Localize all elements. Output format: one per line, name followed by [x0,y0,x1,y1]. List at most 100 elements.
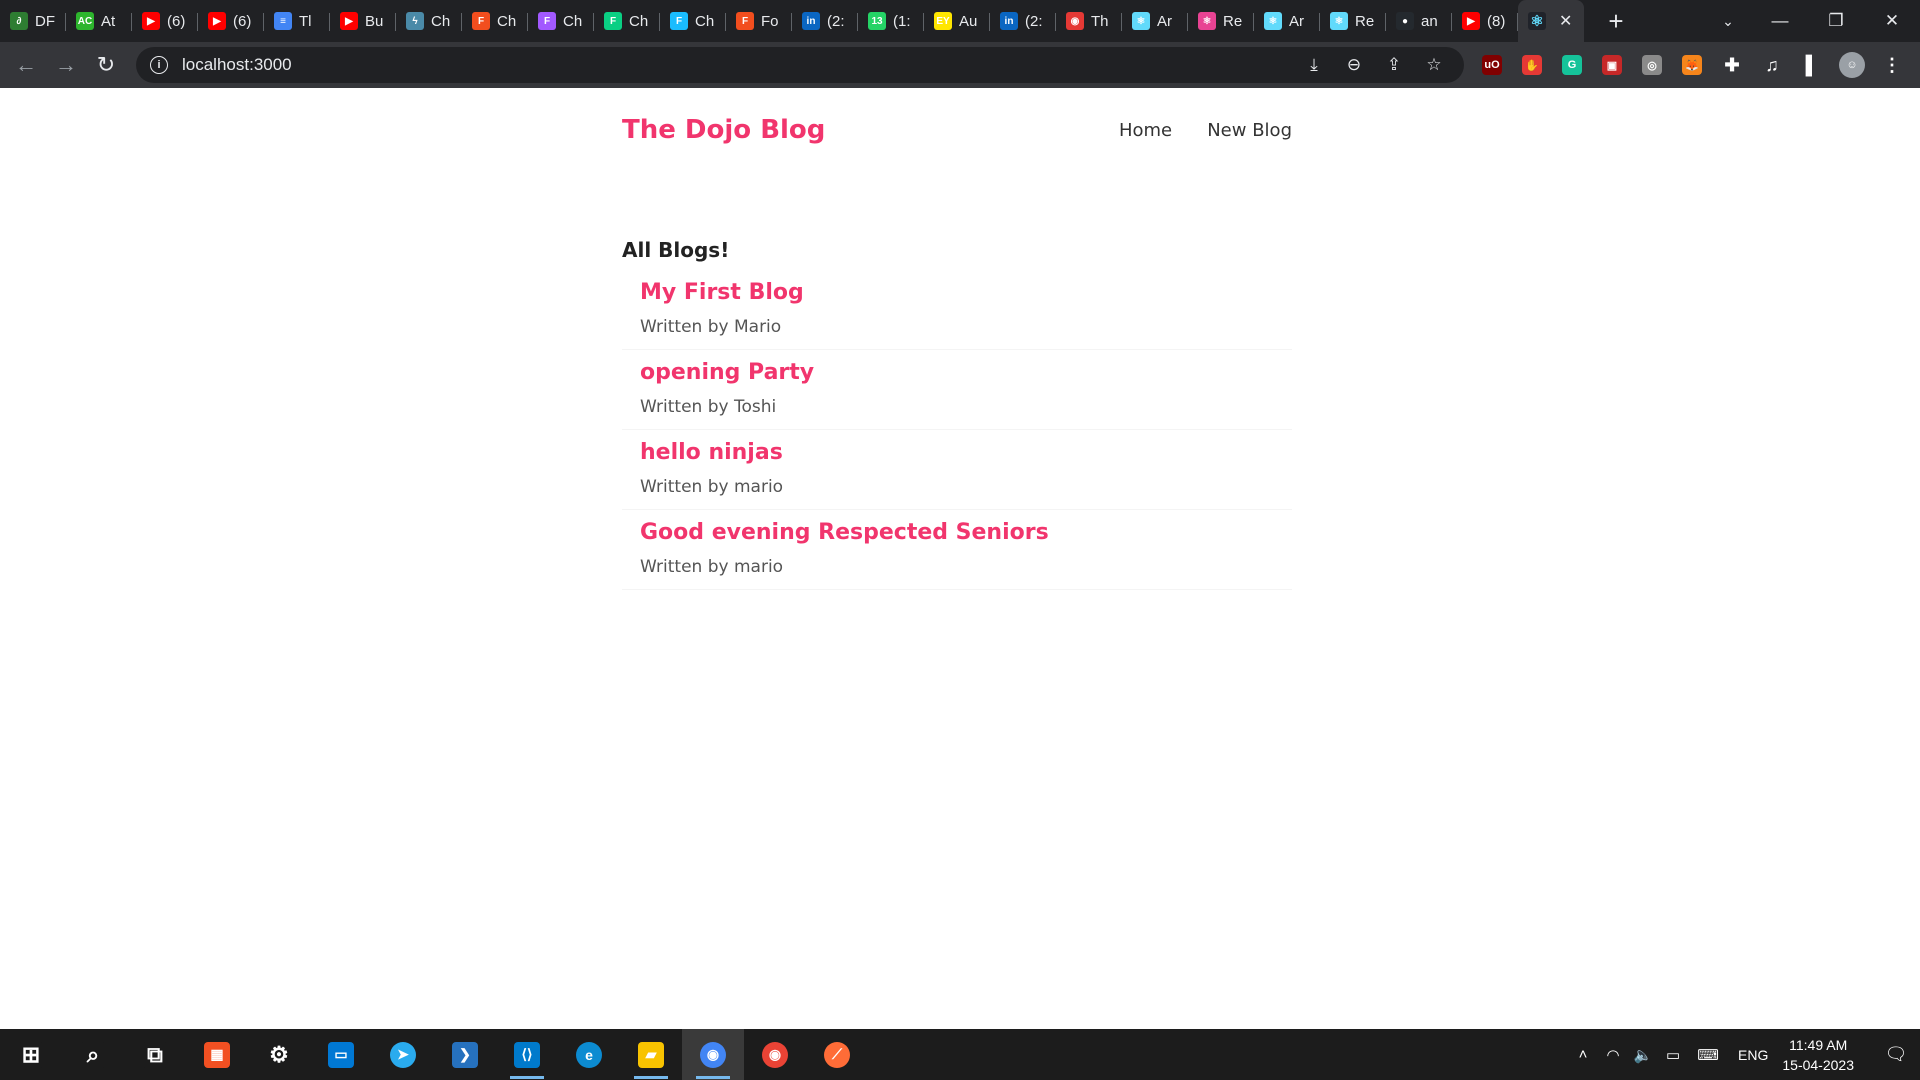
browser-tab[interactable]: EY Au [924,0,990,42]
clock[interactable]: 11:49 AM 15-04-2023 [1782,1035,1854,1075]
install-app-icon[interactable]: ⤓ [1294,47,1334,83]
browser-tab[interactable]: ∂ DF [0,0,66,42]
browser-tab[interactable]: ▶ Bu [330,0,396,42]
site-info-icon[interactable]: i [150,56,168,74]
extension-button[interactable]: ▣ [1592,42,1632,88]
taskbar-button[interactable]: ◉ [744,1029,806,1080]
taskbar-button[interactable]: ⟋ [806,1029,868,1080]
taskbar-button[interactable]: ▰ [620,1029,682,1080]
forward-arrow-icon[interactable]: → [46,45,86,85]
address-url[interactable]: localhost:3000 [182,55,292,75]
browser-tab[interactable]: F Ch [528,0,594,42]
browser-tab[interactable]: ▶ (8) [1452,0,1518,42]
blog-title[interactable]: hello ninjas [640,440,1274,465]
close-tab-icon[interactable]: ✕ [1559,11,1572,31]
extension-button[interactable]: ◎ [1632,42,1672,88]
restore-icon[interactable]: ❐ [1808,0,1864,42]
browser-tab[interactable]: ⚛ Re [1188,0,1254,42]
extension-button[interactable]: ☺ [1832,42,1872,88]
browser-tab[interactable]: ⚛ Ar [1122,0,1188,42]
browser-tab[interactable]: in (2: [990,0,1056,42]
browser-tab[interactable]: 13 (1: [858,0,924,42]
nav-links: Home New Blog [1089,120,1292,141]
browser-tab[interactable]: AC At [66,0,132,42]
blog-preview[interactable]: Good evening Respected Seniors Written b… [622,510,1292,590]
taskbar-button[interactable]: ▭ [310,1029,372,1080]
close-window-icon[interactable]: ✕ [1864,0,1920,42]
atcoder-icon: AC [76,12,94,30]
tab-strip: ∂ DF AC At ▶ (6) ▶ (6) ≡ Tl ▶ Bu ϟ Ch F Ch F Ch F Ch F Ch F Fo i… [0,0,1584,42]
browser-tab[interactable]: ≡ Tl [264,0,330,42]
chrome-icon: ◉ [700,1041,726,1068]
tab-title: DF [35,12,55,30]
volume-icon[interactable]: 🔈 [1628,1046,1658,1064]
notification-icon[interactable]: 🗨 [1872,1029,1920,1080]
blog-preview[interactable]: hello ninjas Written by mario [622,430,1292,510]
omnibox-actions: ⤓ ⊖ ⇪ ☆ [1294,47,1454,83]
browser-tab[interactable]: F Ch [660,0,726,42]
blog-title[interactable]: Good evening Respected Seniors [640,520,1274,545]
system-tray: ˄ ◠ 🔈 ▭ ⌨ ENG 11:49 AM 15-04-2023 🗨 [1568,1029,1920,1080]
bookmark-star-icon[interactable]: ☆ [1414,47,1454,83]
extension-button[interactable]: ⋮ [1872,42,1912,88]
blog-title[interactable]: opening Party [640,360,1274,385]
extension-button[interactable]: ✋ [1512,42,1552,88]
zoom-icon[interactable]: ⊖ [1334,47,1374,83]
reload-icon[interactable]: ↻ [86,45,126,85]
browser-tab[interactable]: F Ch [462,0,528,42]
taskbar-button[interactable]: ⧉ [124,1029,186,1080]
taskbar-button[interactable]: ⟨⟩ [496,1029,558,1080]
browser-tab[interactable]: ⚛ Re [1320,0,1386,42]
browser-tab[interactable]: ◉ Th [1056,0,1122,42]
tab-title: Th [1091,12,1109,30]
nav-link-new-blog[interactable]: New Blog [1207,120,1292,141]
browser-tab[interactable]: in (2: [792,0,858,42]
minimize-icon[interactable]: — [1752,0,1808,42]
back-arrow-icon[interactable]: ← [6,45,46,85]
browser-tab[interactable]: ϟ Ch [396,0,462,42]
location-pin-icon: ◉ [1066,12,1084,30]
edge-icon: e [576,1041,602,1068]
keyboard-icon[interactable]: ⌨ [1688,1046,1728,1064]
extension-button[interactable]: ▌ [1792,42,1832,88]
tab-search-button[interactable]: ⌄ [1708,0,1748,42]
blog-author: Written by Mario [640,317,782,337]
blog-preview[interactable]: opening Party Written by Toshi [622,350,1292,430]
figma-icon: F [538,12,556,30]
address-bar[interactable]: i localhost:3000 ⤓ ⊖ ⇪ ☆ [136,47,1464,83]
browser-tab[interactable]: ● an [1386,0,1452,42]
chevron-up-icon[interactable]: ˄ [1568,1046,1598,1063]
media-icon: ♫ [1765,54,1779,75]
glasses-icon: ◎ [1642,55,1662,75]
taskbar-button[interactable]: ▦ [186,1029,248,1080]
extension-button[interactable]: G [1552,42,1592,88]
taskbar-button[interactable]: ⚙ [248,1029,310,1080]
extension-button[interactable]: 🦊 [1672,42,1712,88]
battery-icon[interactable]: ▭ [1658,1046,1688,1064]
extension-button[interactable]: uO [1472,42,1512,88]
taskbar-button[interactable]: ⌕ [62,1029,124,1080]
settings-icon: ⚙ [266,1041,292,1068]
taskbar-button[interactable]: e [558,1029,620,1080]
browser-tab[interactable]: F Fo [726,0,792,42]
browser-tab[interactable]: ▶ (6) [132,0,198,42]
language-indicator[interactable]: ENG [1738,1047,1768,1063]
blog-title[interactable]: My First Blog [640,280,1274,305]
taskbar-button[interactable]: ⊞ [0,1029,62,1080]
nav-link-home[interactable]: Home [1119,120,1172,141]
browser-tab[interactable]: ▶ (6) [198,0,264,42]
wifi-icon[interactable]: ◠ [1598,1046,1628,1064]
taskbar-button[interactable]: ➤ [372,1029,434,1080]
blog-preview[interactable]: My First Blog Written by Mario [622,270,1292,350]
share-icon[interactable]: ⇪ [1374,47,1414,83]
windows-taskbar: ⊞ ⌕ ⧉ ▦ ⚙ ▭ ➤ ❯ ⟨⟩ e ▰ ◉ ◉ ⟋ ˄ ◠ 🔈 ▭ ⌨ ENG 11:49 AM 1… [0,1029,1920,1080]
extension-button[interactable]: ✚ [1712,42,1752,88]
taskbar-button[interactable]: ◉ [682,1029,744,1080]
browser-tab-active[interactable]: ⚛ ✕ [1518,0,1584,42]
new-tab-button[interactable]: + [1596,0,1636,42]
browser-tab[interactable]: ⚛ Ar [1254,0,1320,42]
blog-author: Written by mario [640,477,784,497]
browser-tab[interactable]: F Ch [594,0,660,42]
extension-button[interactable]: ♫ [1752,42,1792,88]
taskbar-button[interactable]: ❯ [434,1029,496,1080]
